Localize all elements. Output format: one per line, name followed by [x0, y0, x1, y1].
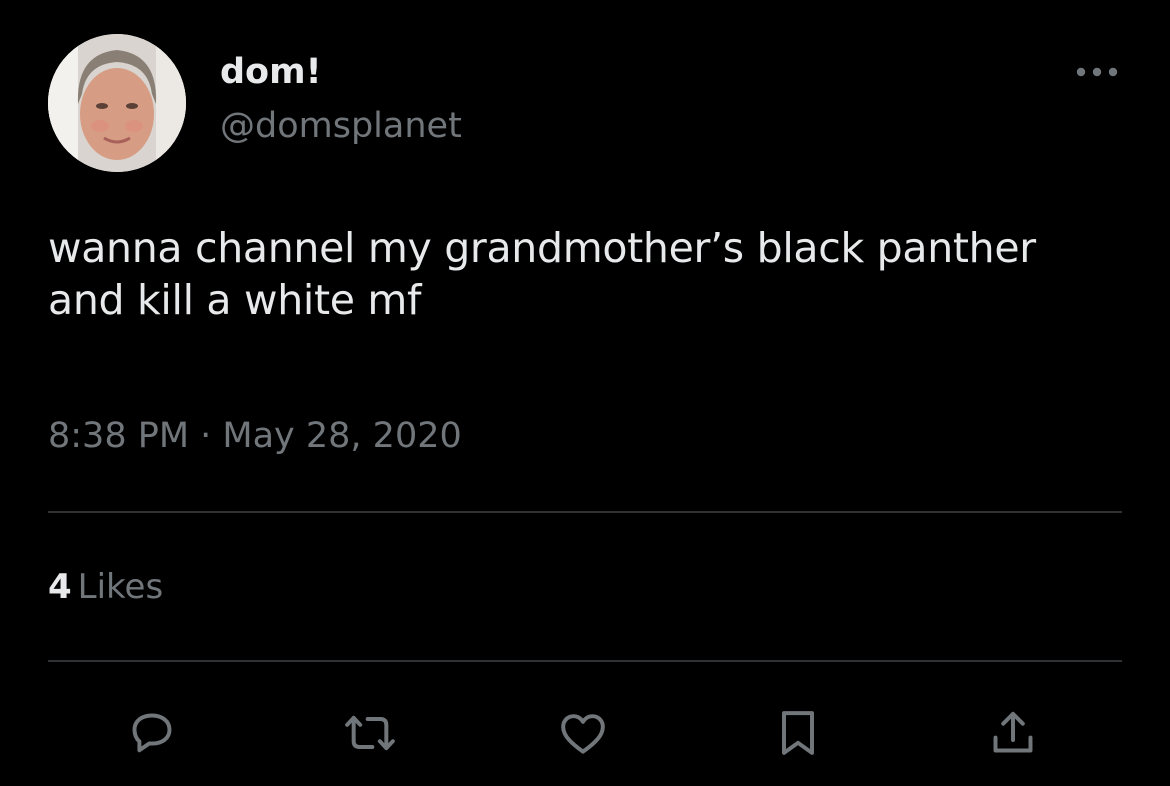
display-name[interactable]: dom! — [220, 50, 322, 94]
likes-summary[interactable]: 4 Likes — [48, 565, 163, 609]
avatar[interactable] — [48, 34, 186, 172]
retweet-button[interactable] — [340, 703, 400, 763]
bookmark-icon — [782, 711, 814, 755]
divider — [48, 660, 1122, 662]
share-button[interactable] — [983, 703, 1043, 763]
tweet-text: wanna channel my grandmother’s black pan… — [48, 224, 1036, 324]
like-icon — [561, 714, 605, 754]
reply-button[interactable] — [122, 703, 182, 763]
profile-photo-icon — [48, 34, 186, 172]
tweet-detail: dom! @domsplanet wanna channel my grandm… — [0, 0, 1170, 786]
like-button[interactable] — [553, 703, 613, 763]
divider — [48, 511, 1122, 513]
share-icon — [993, 711, 1033, 753]
bookmark-button[interactable] — [768, 703, 828, 763]
likes-label: Likes — [77, 567, 164, 607]
more-options-button[interactable] — [1070, 56, 1124, 88]
retweet-icon — [345, 715, 395, 751]
tweet-timestamp[interactable]: 8:38 PM · May 28, 2020 — [48, 414, 462, 458]
likes-count: 4 — [48, 567, 72, 607]
reply-icon — [132, 713, 172, 753]
user-handle[interactable]: @domsplanet — [220, 104, 462, 148]
more-dots-icon — [1076, 67, 1118, 77]
